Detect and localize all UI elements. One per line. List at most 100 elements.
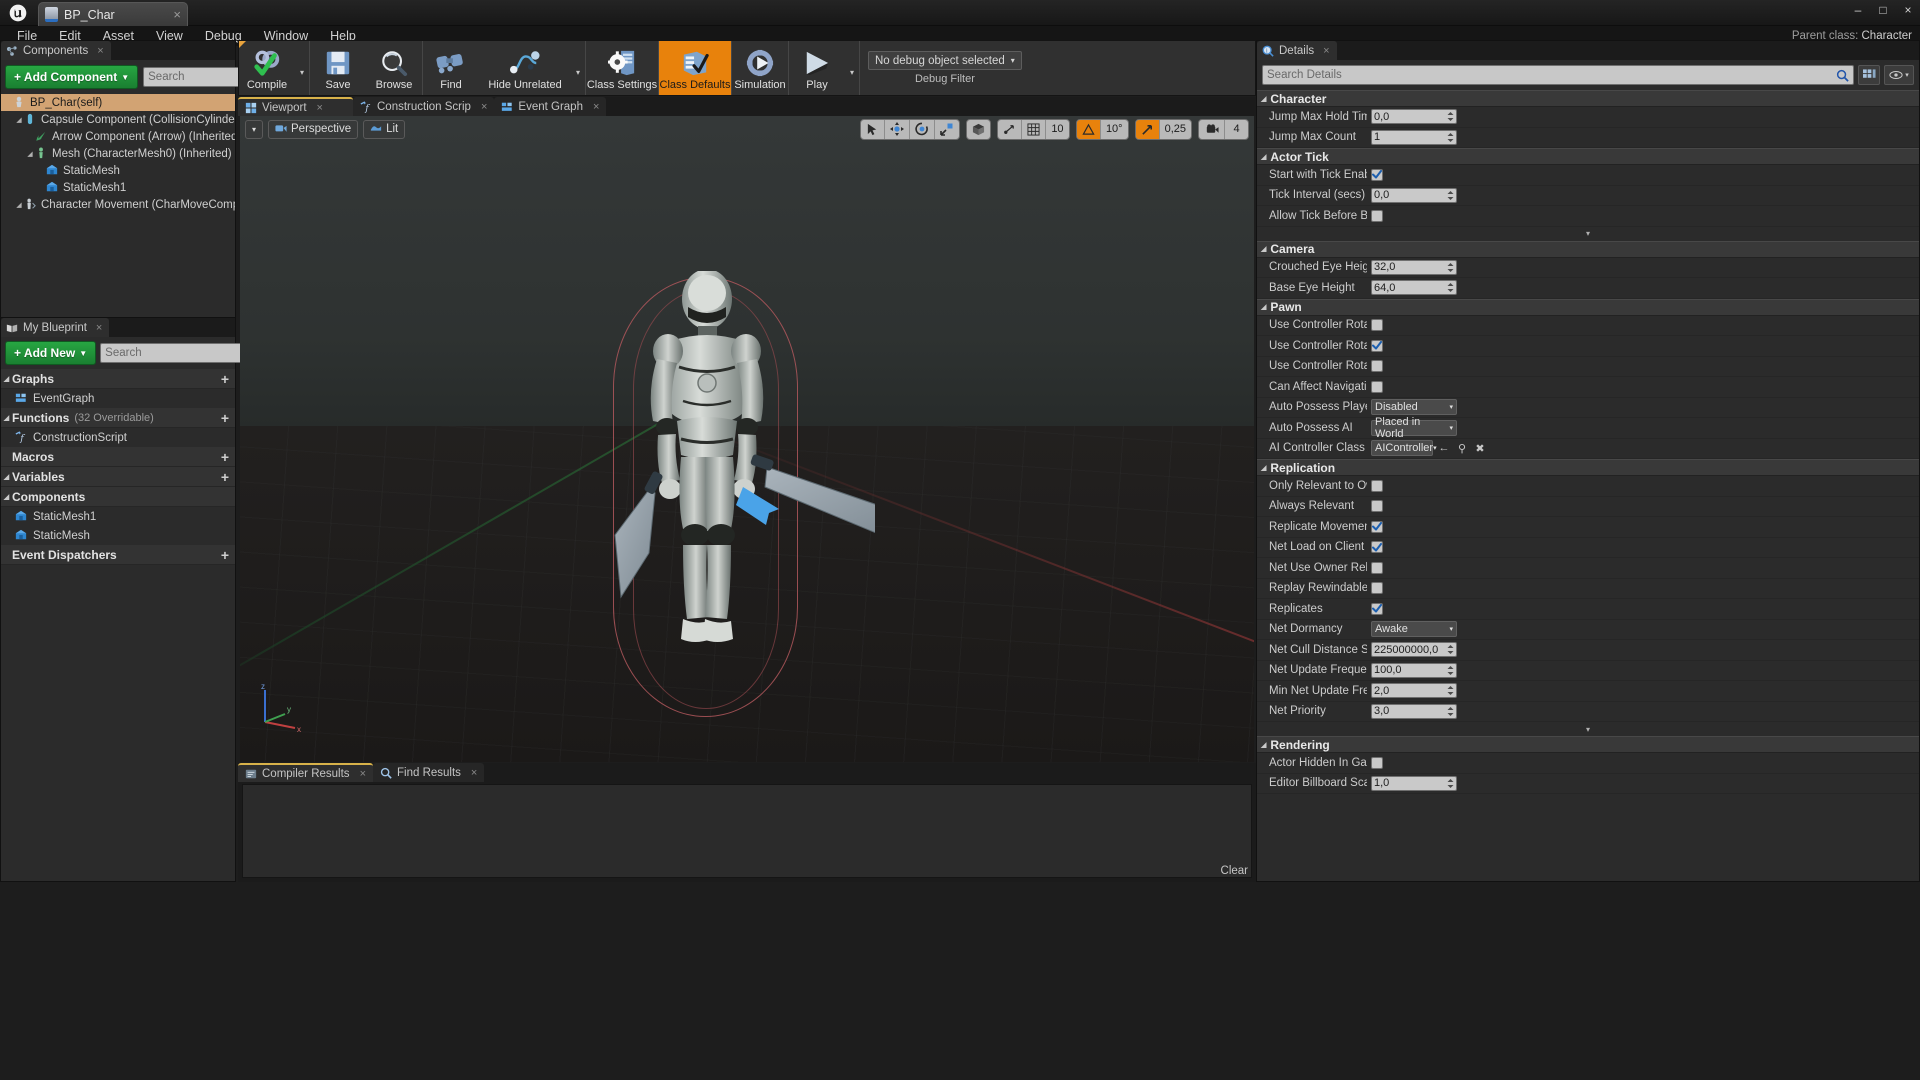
clear-button[interactable]: Clear [1221, 865, 1248, 877]
component-tree-item[interactable]: ◢ Character Movement (CharMoveComp) (Inhe… [1, 196, 235, 213]
myblueprint-section-graphs[interactable]: ◢ Graphs + [1, 369, 235, 389]
component-tree-item[interactable]: StaticMesh [1, 162, 235, 179]
number-input[interactable]: 225000000,0 [1371, 642, 1457, 658]
component-tree-item[interactable]: StaticMesh1 [1, 179, 235, 196]
chevron-down-icon[interactable]: ▾ [571, 41, 585, 95]
number-input[interactable]: 64,0 [1371, 280, 1457, 296]
component-tree-item[interactable]: ◢ Mesh (CharacterMesh0) (Inherited) [1, 145, 235, 162]
myblueprint-section-functions[interactable]: ◢ Functions (32 Overridable) + [1, 408, 235, 428]
component-tree-item[interactable]: BP_Char(self) [1, 94, 235, 111]
results-tab-find-results[interactable]: Find Results × [373, 763, 485, 782]
expand-arrow-icon[interactable]: ◢ [1, 493, 12, 501]
rotate-icon[interactable] [910, 119, 935, 139]
clear-asset-icon[interactable]: ✖ [1473, 441, 1487, 455]
checkbox[interactable] [1371, 602, 1383, 615]
details-category-camera[interactable]: ◢ Camera [1257, 240, 1919, 258]
world-coords-icon[interactable] [967, 120, 990, 139]
checkbox[interactable] [1371, 380, 1383, 393]
toolbar-button-class-settings[interactable]: Class Settings [586, 41, 658, 95]
myblueprint-item[interactable]: StaticMesh [1, 526, 235, 545]
close-icon[interactable]: × [1323, 45, 1329, 57]
coordinate-system-button[interactable] [965, 118, 991, 140]
maximize-button[interactable]: □ [1875, 3, 1891, 17]
graph-tab-event-graph[interactable]: Event Graph × [494, 97, 607, 116]
number-input[interactable]: 3,0 [1371, 703, 1457, 719]
document-tab-bp-char[interactable]: BP_Char × [38, 2, 188, 26]
expand-arrow-icon[interactable]: ◢ [1, 375, 12, 383]
dropdown[interactable]: Disabled ▾ [1371, 399, 1457, 416]
close-icon[interactable]: × [96, 322, 102, 334]
toolbar-button-hide-unrelated[interactable]: Hide Unrelated [479, 41, 571, 95]
viewport-perspective-button[interactable]: Perspective [268, 119, 359, 139]
camera-speed-icon[interactable] [1199, 119, 1225, 139]
toolbar-button-find[interactable]: Find [423, 41, 479, 95]
expand-arrow-icon[interactable]: ◢ [1261, 303, 1266, 311]
checkbox[interactable] [1371, 520, 1383, 533]
add-icon[interactable]: + [221, 410, 229, 426]
checkbox[interactable] [1371, 168, 1383, 181]
search-input[interactable] [1267, 69, 1836, 81]
chevron-down-icon[interactable]: ▾ [845, 41, 859, 95]
asset-picker[interactable]: AIController ▾ [1371, 440, 1437, 457]
angle-snap-value[interactable]: 10° [1101, 120, 1128, 139]
transform-gizmo-group[interactable] [859, 118, 960, 140]
scale-snap-icon[interactable] [1135, 119, 1160, 139]
expand-arrow-icon[interactable]: ◢ [1261, 464, 1266, 472]
details-category-rendering[interactable]: ◢ Rendering [1257, 736, 1919, 753]
expand-arrow-icon[interactable]: ◢ [25, 150, 35, 158]
viewport-options-button[interactable]: ▾ [245, 119, 264, 139]
expand-more-icon[interactable]: ▾ [1257, 226, 1919, 241]
number-input[interactable]: 0,0 [1371, 109, 1457, 125]
checkbox[interactable] [1371, 541, 1383, 554]
close-icon[interactable]: × [360, 768, 366, 780]
graph-tab-viewport[interactable]: Viewport × [238, 97, 353, 116]
debug-object-dropdown[interactable]: No debug object selected ▾ [868, 51, 1022, 70]
results-tab-compiler-results[interactable]: Compiler Results × [238, 763, 373, 782]
myblueprint-item[interactable]: f ConstructionScript [1, 428, 235, 447]
grid-view-button[interactable] [1858, 65, 1880, 85]
components-tree[interactable]: BP_Char(self) ◢ Capsule Component (Collisi… [1, 94, 235, 213]
results-body[interactable] [242, 784, 1252, 878]
viewport[interactable]: ▾ Perspective Lit 10 10° 0,25 4 z x y [240, 116, 1254, 762]
checkbox[interactable] [1371, 756, 1383, 769]
myblueprint-section-event-dispatchers[interactable]: Event Dispatchers + [1, 545, 235, 565]
details-category-replication[interactable]: ◢ Replication [1257, 459, 1919, 476]
checkbox[interactable] [1371, 339, 1383, 352]
add-icon[interactable]: + [221, 371, 229, 387]
angle-snap-group[interactable]: 10° [1075, 118, 1129, 140]
tab-components[interactable]: Components × [1, 41, 111, 60]
add-icon[interactable]: + [221, 547, 229, 563]
number-input[interactable]: 100,0 [1371, 662, 1457, 678]
expand-arrow-icon[interactable]: ◢ [1261, 153, 1266, 161]
expand-arrow-icon[interactable]: ◢ [1261, 741, 1266, 749]
details-category-character[interactable]: ◢ Character [1257, 90, 1919, 107]
camera-speed-group[interactable]: 4 [1198, 118, 1249, 140]
myblueprint-item[interactable]: EventGraph [1, 389, 235, 408]
checkbox[interactable] [1371, 500, 1383, 513]
dropdown[interactable]: Awake ▾ [1371, 621, 1457, 638]
translate-icon[interactable] [885, 119, 910, 139]
toolbar-button-simulation[interactable]: Simulation [732, 41, 788, 95]
myblueprint-section-components[interactable]: ◢ Components [1, 487, 235, 507]
expand-arrow-icon[interactable]: ◢ [1, 414, 12, 422]
details-settings-button[interactable]: ▾ [1884, 65, 1914, 85]
number-input[interactable]: 1,0 [1371, 775, 1457, 791]
details-search[interactable] [1262, 65, 1854, 85]
grid-snap-value[interactable]: 10 [1046, 120, 1069, 139]
expand-arrow-icon[interactable]: ◢ [1, 473, 12, 481]
expand-more-icon[interactable]: ▾ [1257, 722, 1919, 736]
checkbox[interactable] [1371, 582, 1383, 595]
toolbar-button-browse[interactable]: Browse [366, 41, 422, 95]
dropdown[interactable]: Placed in World ▾ [1371, 416, 1457, 440]
expand-arrow-icon[interactable]: ◢ [14, 201, 24, 209]
search-input[interactable] [105, 347, 260, 359]
close-window-button[interactable]: × [1900, 3, 1916, 17]
checkbox[interactable] [1371, 561, 1383, 574]
toolbar-button-play[interactable]: Play [789, 41, 845, 95]
add-icon[interactable]: + [221, 469, 229, 485]
checkbox[interactable] [1371, 209, 1383, 222]
chevron-down-icon[interactable]: ▾ [295, 41, 309, 95]
add-component-button[interactable]: + Add Component ▼ [5, 65, 139, 89]
scale-snap-value[interactable]: 0,25 [1160, 120, 1191, 139]
toolbar-button-class-defaults[interactable]: Class Defaults [659, 41, 731, 95]
